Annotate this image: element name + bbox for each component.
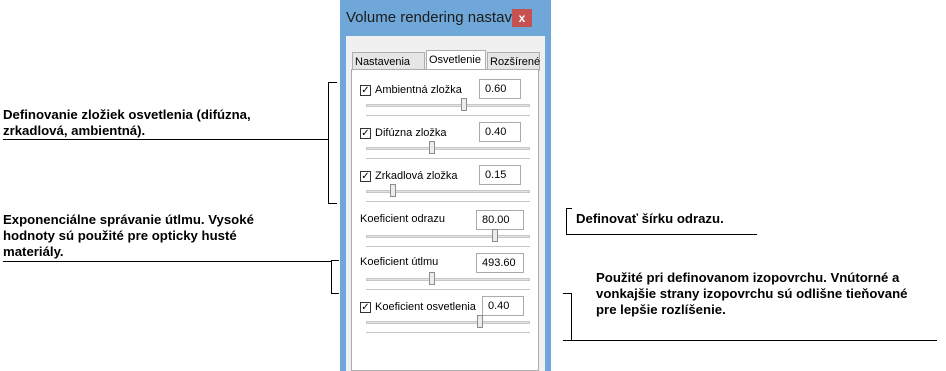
control-ambient: ✓ Ambientná zložka 0.60 xyxy=(352,75,540,123)
control-lighting-coefficient: ✓ Koeficient osvetlenia 0.40 xyxy=(352,292,540,340)
bracket xyxy=(563,293,572,294)
bracket xyxy=(328,82,337,83)
specular-value-field[interactable]: 0.15 xyxy=(479,165,521,185)
control-attenuation-coefficient: Koeficient útlmu 493.60 xyxy=(352,249,540,297)
reflection-coefficient-slider-thumb[interactable] xyxy=(492,229,499,242)
annotation-line: Definovať šírku odrazu. xyxy=(576,211,724,226)
diffuse-slider-thumb[interactable] xyxy=(429,141,436,154)
lighting-coefficient-label: Koeficient osvetlenia xyxy=(375,301,476,313)
bracket xyxy=(328,203,337,204)
bracket xyxy=(571,293,572,341)
reflection-coefficient-label: Koeficient odrazu xyxy=(360,213,445,225)
dialog-window: Volume rendering nastav... x Nastavenia … xyxy=(340,0,551,371)
bracket xyxy=(328,82,329,204)
slider-tick-line xyxy=(366,158,530,159)
connector-line xyxy=(3,261,331,262)
bracket xyxy=(566,208,567,235)
ambient-slider-track[interactable] xyxy=(366,104,530,107)
annotation-line: materiály. xyxy=(3,244,64,259)
diffuse-label: Difúzna zložka xyxy=(375,127,447,139)
bracket xyxy=(331,293,339,294)
tab-osvetlenie[interactable]: Osvetlenie xyxy=(426,50,486,71)
lighting-coefficient-checkbox[interactable]: ✓ xyxy=(360,302,371,313)
annotation-line: hodnoty sú použité pre opticky husté xyxy=(3,228,237,243)
diffuse-slider-track[interactable] xyxy=(366,147,530,150)
specular-checkbox[interactable]: ✓ xyxy=(360,171,371,182)
title-bar[interactable]: Volume rendering nastav... x xyxy=(340,0,551,36)
attenuation-coefficient-label: Koeficient útlmu xyxy=(360,256,439,268)
close-button[interactable]: x xyxy=(512,9,532,27)
annotation-line: Exponenciálne správanie útlmu. Vysoké xyxy=(3,212,254,227)
ambient-checkbox[interactable]: ✓ xyxy=(360,85,371,96)
ambient-value-field[interactable]: 0.60 xyxy=(479,79,521,99)
connector-line xyxy=(563,340,937,341)
dialog-client-area: Nastavenia Osvetlenie Rozšírené ✓ Ambien… xyxy=(346,36,545,371)
annotation-isosurface: Použité pri definovanom izopovrchu. Vnút… xyxy=(596,270,907,318)
annotation-line: Použité pri definovanom izopovrchu. Vnút… xyxy=(596,270,900,285)
specular-label: Zrkadlová zložka xyxy=(375,170,458,182)
annotation-line: vonkajšie strany izopovrchu sú odlišne t… xyxy=(596,286,908,301)
annotation-line: zrkadlová, ambientná). xyxy=(3,123,146,138)
tab-label: Nastavenia xyxy=(355,56,411,68)
lighting-coefficient-slider-track[interactable] xyxy=(366,321,530,324)
tab-panel-osvetlenie: ✓ Ambientná zložka 0.60 ✓ Difúzna zložka… xyxy=(351,69,539,371)
slider-tick-line xyxy=(366,246,530,247)
slider-tick-line xyxy=(366,289,530,290)
diffuse-checkbox[interactable]: ✓ xyxy=(360,128,371,139)
annotation-attenuation: Exponenciálne správanie útlmu. Vysoké ho… xyxy=(3,212,254,260)
annotation-reflection-width: Definovať šírku odrazu. xyxy=(576,211,724,227)
connector-line xyxy=(566,234,757,235)
bracket xyxy=(331,260,339,261)
control-specular: ✓ Zrkadlová zložka 0.15 xyxy=(352,161,540,209)
annotation-lighting-components: Definovanie zložiek osvetlenia (difúzna,… xyxy=(3,107,251,139)
ambient-slider-thumb[interactable] xyxy=(460,98,467,111)
attenuation-coefficient-slider-track[interactable] xyxy=(366,278,530,281)
attenuation-coefficient-value-field[interactable]: 493.60 xyxy=(476,253,524,273)
annotation-line: Definovanie zložiek osvetlenia (difúzna, xyxy=(3,107,251,122)
ambient-label: Ambientná zložka xyxy=(375,84,462,96)
slider-tick-line xyxy=(366,115,530,116)
tab-label: Osvetlenie xyxy=(429,54,481,66)
bracket xyxy=(331,260,332,294)
reflection-coefficient-slider-track[interactable] xyxy=(366,235,530,238)
window-title: Volume rendering nastav... xyxy=(346,9,524,26)
lighting-coefficient-slider-thumb[interactable] xyxy=(476,315,483,328)
attenuation-coefficient-slider-thumb[interactable] xyxy=(429,272,436,285)
slider-tick-line xyxy=(366,332,530,333)
reflection-coefficient-value-field[interactable]: 80.00 xyxy=(476,210,524,230)
lighting-coefficient-value-field[interactable]: 0.40 xyxy=(482,296,524,316)
tab-label: Rozšírené xyxy=(490,56,541,68)
diffuse-value-field[interactable]: 0.40 xyxy=(479,122,521,142)
bracket xyxy=(566,208,572,209)
control-reflection-coefficient: Koeficient odrazu 80.00 xyxy=(352,206,540,254)
slider-tick-line xyxy=(366,201,530,202)
connector-line xyxy=(3,139,329,140)
annotation-line: pre lepšie rozlíšenie. xyxy=(596,302,726,317)
control-diffuse: ✓ Difúzna zložka 0.40 xyxy=(352,118,540,166)
specular-slider-thumb[interactable] xyxy=(389,184,396,197)
